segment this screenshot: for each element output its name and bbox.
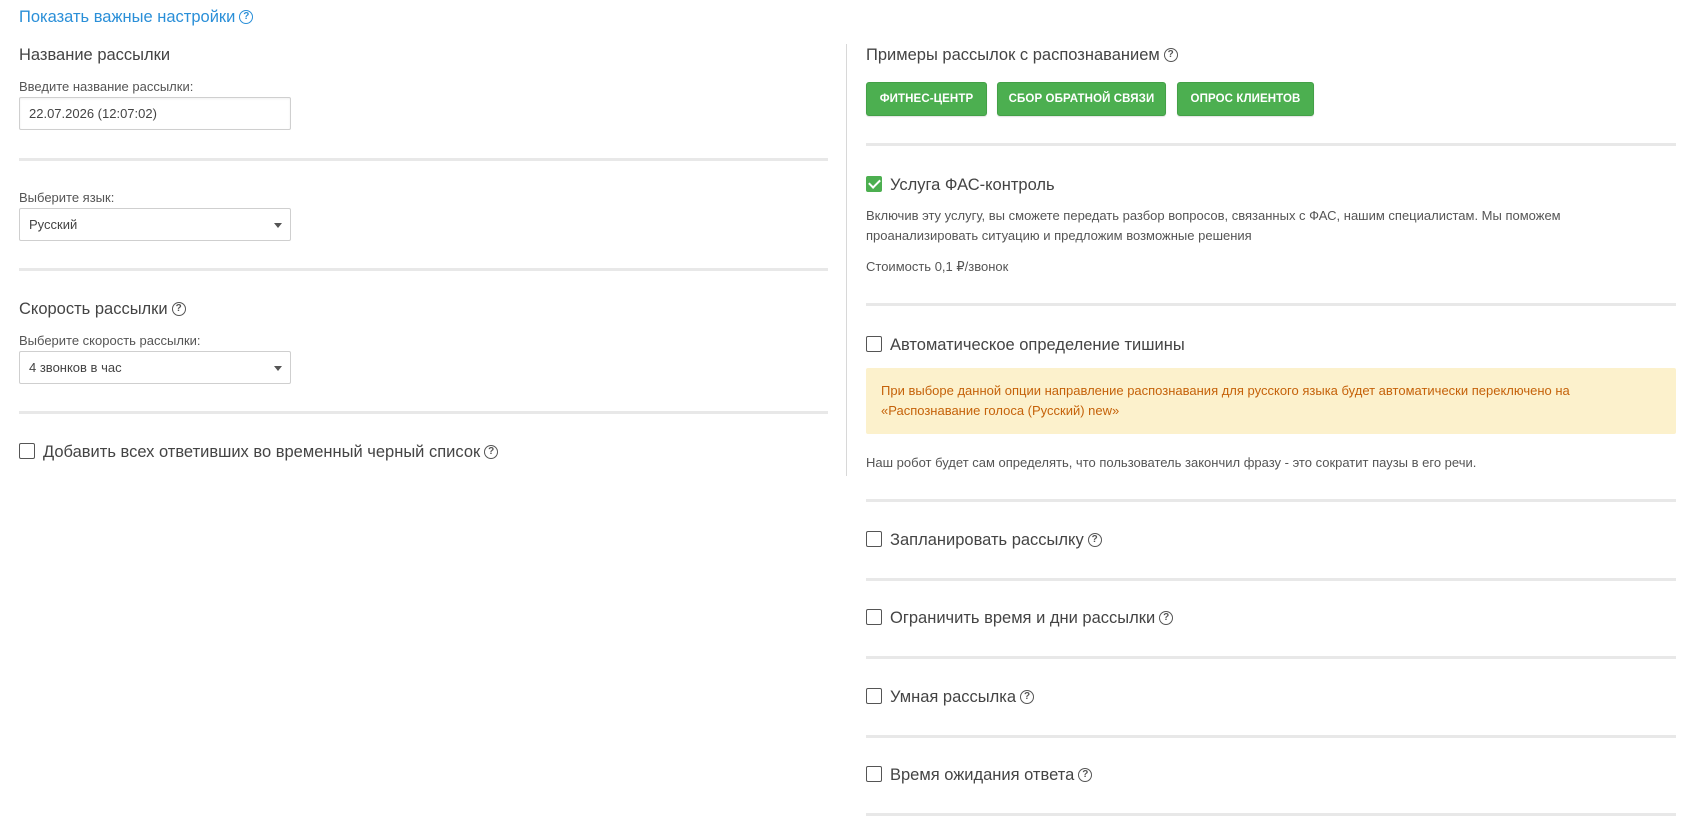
language-select[interactable]: Русский	[19, 208, 291, 241]
help-icon[interactable]: ?	[239, 9, 254, 24]
wait-time-option[interactable]: Время ожидания ответа?	[866, 765, 1093, 785]
speed-label: Выберите скорость рассылки:	[19, 333, 201, 348]
blacklist-checkbox[interactable]	[19, 442, 35, 459]
fas-checkbox[interactable]	[866, 175, 882, 192]
fas-option[interactable]: Услуга ФАС-контроль	[866, 175, 1055, 195]
examples-title: Примеры рассылок с распознаванием?	[866, 46, 1178, 65]
help-icon[interactable]: ?	[1163, 47, 1178, 62]
divider	[866, 143, 1676, 146]
fas-description-line: проанализировать ситуацию и предложим во…	[866, 227, 1252, 243]
example-survey-button[interactable]: ОПРОС КЛИЕНТОВ	[1177, 82, 1314, 116]
divider	[866, 735, 1676, 738]
show-important-settings-link[interactable]: Показать важные настройки?	[19, 8, 254, 27]
example-feedback-button[interactable]: СБОР ОБРАТНОЙ СВЯЗИ	[997, 82, 1166, 116]
silence-warning: При выборе данной опции направление расп…	[866, 368, 1676, 434]
silence-checkbox[interactable]	[866, 335, 882, 352]
schedule-option[interactable]: Запланировать рассылку?	[866, 530, 1102, 550]
help-icon[interactable]: ?	[171, 301, 186, 316]
silence-option[interactable]: Автоматическое определение тишины	[866, 335, 1185, 355]
examples-title-text: Примеры рассылок с распознаванием	[866, 46, 1160, 64]
blacklist-label: Добавить всех ответивших во временный че…	[43, 443, 481, 461]
speed-title-text: Скорость рассылки	[19, 300, 168, 318]
divider	[866, 499, 1676, 502]
limit-time-option[interactable]: Ограничить время и дни рассылки?	[866, 608, 1174, 628]
silence-description: Наш робот будет сам определять, что поль…	[866, 455, 1477, 470]
campaign-name-label: Введите название рассылки:	[19, 79, 194, 94]
wait-time-label: Время ожидания ответа	[890, 766, 1075, 784]
smart-option[interactable]: Умная рассылка?	[866, 687, 1034, 707]
speed-select-value: 4 звонков в час	[29, 360, 122, 375]
silence-warning-line: При выборе данной опции направление расп…	[881, 383, 1570, 398]
divider	[19, 158, 828, 161]
divider	[866, 813, 1676, 816]
language-label: Выберите язык:	[19, 190, 115, 205]
divider	[866, 578, 1676, 581]
fas-description: Включив эту услугу, вы сможете передать …	[866, 206, 1561, 245]
fas-description-line: Включив эту услугу, вы сможете передать …	[866, 208, 1561, 223]
campaign-name-input[interactable]: 22.07.2026 (12:07:02)	[19, 97, 291, 130]
limit-time-label: Ограничить время и дни рассылки	[890, 609, 1156, 627]
help-icon[interactable]: ?	[1020, 689, 1034, 704]
speed-select[interactable]: 4 звонков в час	[19, 351, 291, 384]
help-icon[interactable]: ?	[1159, 610, 1174, 625]
fas-label: Услуга ФАС-контроль	[890, 176, 1055, 194]
divider	[19, 268, 828, 271]
divider	[866, 656, 1676, 659]
schedule-checkbox[interactable]	[866, 530, 882, 547]
help-icon[interactable]: ?	[484, 444, 499, 459]
divider	[19, 411, 828, 414]
help-icon[interactable]: ?	[1078, 767, 1093, 782]
divider	[866, 303, 1676, 306]
wait-time-checkbox[interactable]	[866, 765, 882, 782]
limit-time-checkbox[interactable]	[866, 608, 882, 625]
caret-down-icon	[274, 366, 282, 371]
column-divider	[846, 44, 847, 476]
language-select-value: Русский	[29, 217, 78, 232]
schedule-label: Запланировать рассылку	[890, 531, 1084, 549]
silence-label: Автоматическое определение тишины	[890, 336, 1185, 354]
example-fitness-button[interactable]: ФИТНЕС-ЦЕНТР	[866, 82, 987, 116]
smart-label: Умная рассылка	[890, 688, 1016, 706]
help-icon[interactable]: ?	[1087, 532, 1102, 547]
smart-checkbox[interactable]	[866, 687, 882, 704]
blacklist-option[interactable]: Добавить всех ответивших во временный че…	[19, 442, 499, 462]
silence-warning-line: «Распознавание голоса (Русский) new»	[881, 402, 1120, 418]
show-important-settings-label: Показать важные настройки	[19, 8, 236, 26]
speed-title: Скорость рассылки?	[19, 300, 186, 319]
caret-down-icon	[274, 223, 282, 228]
fas-cost: Стоимость 0,1 ₽/звонок	[866, 259, 1009, 274]
campaign-name-title: Название рассылки	[19, 46, 171, 64]
